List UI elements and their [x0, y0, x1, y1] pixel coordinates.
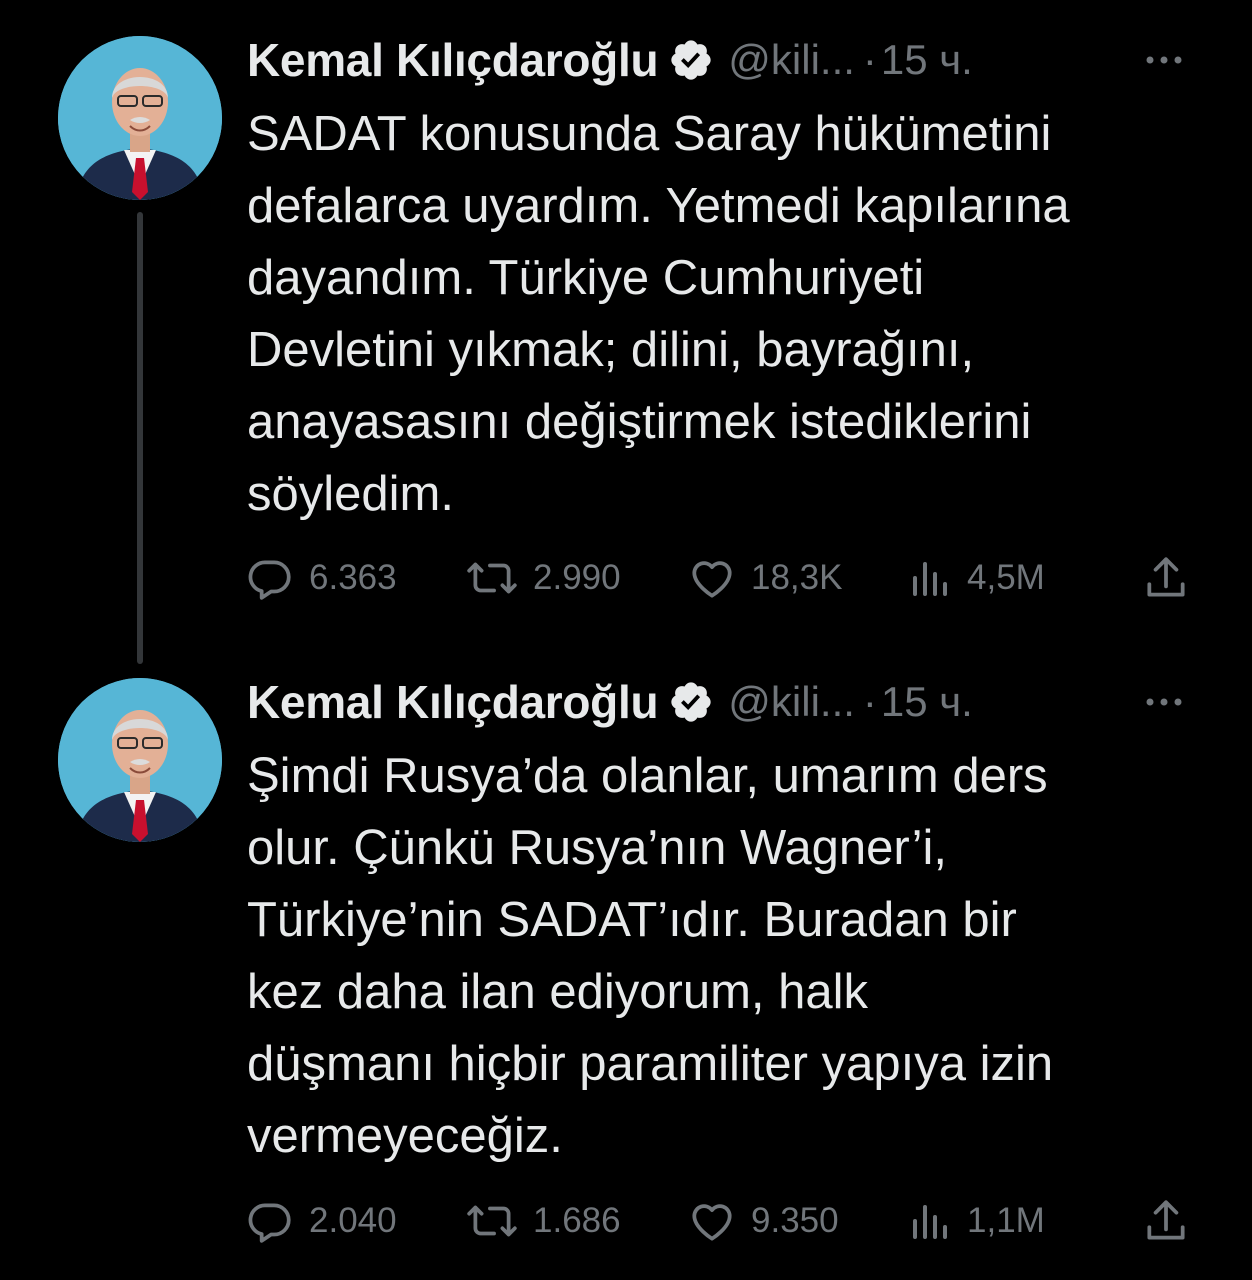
- views-count: 1,1M: [967, 1201, 1045, 1240]
- tweet-2[interactable]: Kemal Kılıçdaroğlu @kili... · 15 ч. Şimd…: [0, 640, 1252, 1280]
- tweet-actions: 2.040 1.686 9.350 1,1M: [245, 1196, 1195, 1246]
- avatar[interactable]: [58, 678, 222, 842]
- like-button[interactable]: 18,3K: [687, 553, 842, 603]
- views-icon: [913, 1205, 947, 1239]
- tweet-text: Şimdi Rusya’da olanlar, umarım ders olur…: [247, 749, 1054, 1163]
- tweet-header: Kemal Kılıçdaroğlu @kili... · 15 ч.: [247, 676, 1190, 728]
- share-button[interactable]: [1141, 553, 1205, 603]
- views-button[interactable]: 1,1M: [909, 1196, 1045, 1246]
- tweet-1[interactable]: Kemal Kılıçdaroğlu @kili... · 15 ч. SADA…: [0, 0, 1252, 664]
- separator-dot: ·: [862, 678, 877, 725]
- views-button[interactable]: 4,5M: [909, 553, 1045, 603]
- tweet-text: SADAT konusunda Saray hükümetini defalar…: [247, 107, 1070, 521]
- thread-line: [137, 212, 143, 664]
- tweet-time[interactable]: 15 ч.: [881, 678, 973, 726]
- like-button[interactable]: 9.350: [687, 1196, 839, 1246]
- share-icon: [1147, 1200, 1185, 1240]
- retweet-count: 2.990: [533, 558, 621, 597]
- author-handle[interactable]: @kili...: [728, 36, 855, 84]
- tweet-header: Kemal Kılıçdaroğlu @kili... · 15 ч.: [247, 34, 1190, 86]
- reply-button[interactable]: 2.040: [245, 1196, 397, 1246]
- author-name[interactable]: Kemal Kılıçdaroğlu: [247, 675, 659, 729]
- more-icon[interactable]: [1138, 34, 1190, 86]
- author-handle[interactable]: @kili...: [728, 678, 855, 726]
- retweet-button[interactable]: 1.686: [465, 1196, 621, 1246]
- like-icon: [692, 1204, 732, 1241]
- like-count: 18,3K: [751, 558, 843, 597]
- like-icon: [692, 561, 732, 598]
- share-icon: [1147, 557, 1185, 597]
- more-icon[interactable]: [1138, 676, 1190, 728]
- tweet-actions: 6.363 2.990 18,3K 4,5M: [245, 553, 1195, 603]
- reply-button[interactable]: 6.363: [245, 553, 397, 603]
- avatar[interactable]: [58, 36, 222, 200]
- separator-dot: ·: [862, 36, 877, 83]
- views-count: 4,5M: [967, 558, 1045, 597]
- author-name[interactable]: Kemal Kılıçdaroğlu: [247, 33, 659, 87]
- retweet-count: 1.686: [533, 1201, 621, 1240]
- retweet-icon: [467, 1205, 517, 1237]
- retweet-button[interactable]: 2.990: [465, 553, 621, 603]
- verified-badge-icon: [668, 37, 714, 83]
- like-count: 9.350: [751, 1201, 839, 1240]
- reply-count: 2.040: [309, 1201, 397, 1240]
- verified-badge-icon: [668, 679, 714, 725]
- share-button[interactable]: [1141, 1196, 1205, 1246]
- views-icon: [913, 562, 947, 596]
- tweet-time[interactable]: 15 ч.: [881, 36, 973, 84]
- reply-icon: [248, 560, 291, 600]
- reply-icon: [248, 1203, 291, 1243]
- retweet-icon: [467, 562, 517, 594]
- reply-count: 6.363: [309, 558, 397, 597]
